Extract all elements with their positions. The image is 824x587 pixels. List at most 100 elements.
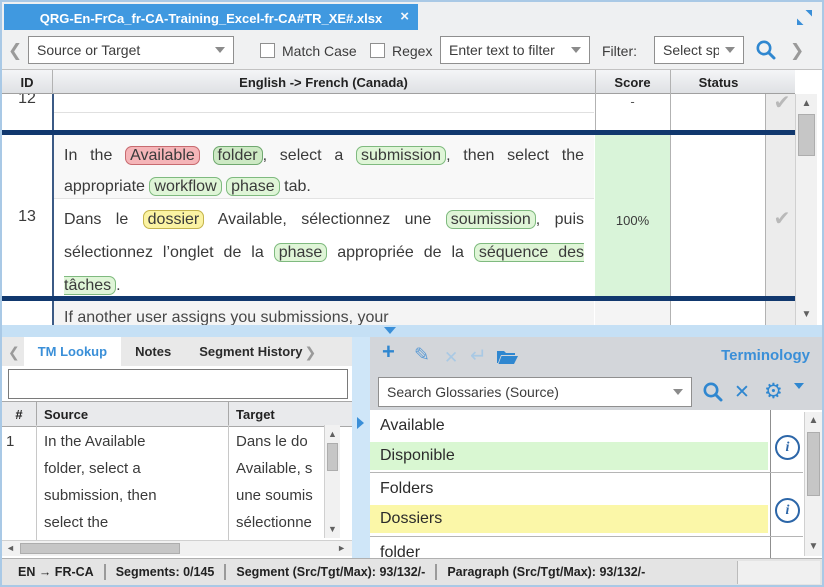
glossary-search-dropdown[interactable]: Search Glossaries (Source) [378, 377, 692, 407]
segment-separator [2, 130, 795, 135]
divider [370, 536, 803, 537]
info-icon[interactable]: i [775, 435, 800, 460]
terminology-scrollbar[interactable]: ▲ ▼ [804, 412, 822, 556]
scroll-right-icon[interactable]: ❯ [790, 42, 804, 59]
vertical-splitter[interactable] [352, 337, 370, 558]
document-tab-bar: QRG-En-FrCa_fr-CA-Training_Excel-fr-CA#T… [2, 2, 822, 30]
tm-result-row[interactable]: 1 In the Available folder, select a subm… [2, 425, 352, 540]
regex-label: Regex [392, 43, 432, 59]
column-header-status[interactable]: Status [670, 70, 767, 94]
term-target[interactable]: Disponible [370, 442, 768, 470]
tm-row-source: In the Available folder, select a submis… [44, 428, 226, 536]
source-segment[interactable]: In the Available folder, select a submis… [54, 135, 594, 199]
divider [224, 564, 226, 580]
horizontal-splitter[interactable] [2, 325, 822, 337]
filter-select-dropdown[interactable]: Select sp [654, 36, 744, 64]
tm-horizontal-scrollbar[interactable]: ◄ ► [2, 540, 352, 556]
column-header-language-pair[interactable]: English -> French (Canada) [52, 70, 595, 94]
match-case-label: Match Case [282, 43, 357, 59]
chevron-down-icon [571, 47, 581, 53]
insert-term-icon[interactable]: ↵ [470, 345, 487, 367]
glossary-search-icon[interactable] [702, 381, 724, 403]
info-icon[interactable]: i [775, 498, 800, 523]
expand-window-icon[interactable] [797, 10, 812, 25]
segment-length-status: Segment (Src/Tgt/Max): 93/132/- [236, 565, 425, 579]
filter-scope-dropdown[interactable]: Source or Target [28, 36, 234, 64]
collapse-right-icon[interactable] [357, 417, 364, 429]
scroll-down-icon[interactable]: ▼ [796, 307, 817, 323]
tabs-scroll-left-icon[interactable]: ❮ [8, 345, 20, 359]
clear-search-icon[interactable]: ✕ [734, 381, 750, 404]
edit-term-icon[interactable]: ✎ [414, 345, 430, 367]
settings-caret-icon[interactable] [794, 389, 804, 407]
glossary-search-value: Search Glossaries (Source) [387, 384, 667, 400]
match-score: 100% [595, 213, 670, 228]
term-source[interactable]: folder [380, 544, 420, 558]
scrollbar-thumb[interactable] [798, 114, 815, 156]
tm-col-source[interactable]: Source [44, 402, 88, 426]
search-icon[interactable] [755, 39, 777, 61]
term-source[interactable]: Folders [380, 480, 433, 498]
tm-vertical-scrollbar[interactable]: ▲ ▼ [324, 425, 340, 538]
tabs-scroll-right-icon[interactable]: ❯ [305, 345, 317, 359]
scroll-left-icon[interactable]: ❮ [8, 42, 22, 59]
scrollbar-thumb[interactable] [327, 443, 338, 471]
confirmed-check-icon: ✔ [770, 94, 794, 115]
scroll-down-icon[interactable]: ▼ [805, 539, 822, 555]
status-bar-cell [737, 561, 820, 584]
next-source-segment[interactable]: If another user assigns you submissions,… [54, 301, 594, 325]
chevron-down-icon [215, 47, 225, 53]
scrollbar-thumb[interactable] [20, 543, 180, 554]
open-glossary-icon[interactable] [496, 348, 518, 365]
column-header-id[interactable]: ID [2, 70, 52, 94]
divider [435, 564, 437, 580]
filter-label: Filter: [602, 43, 637, 59]
tab-segment-history[interactable]: Segment History [185, 337, 302, 366]
segment-separator [2, 296, 795, 301]
filter-select-value: Select sp [663, 42, 719, 58]
add-term-icon[interactable]: + [382, 341, 395, 363]
document-tab-title: QRG-En-FrCa_fr-CA-Training_Excel-fr-CA#T… [40, 11, 382, 26]
scroll-right-icon[interactable]: ► [337, 543, 346, 553]
paragraph-length-status: Paragraph (Src/Tgt/Max): 93/132/- [447, 565, 645, 579]
tab-notes[interactable]: Notes [121, 337, 185, 366]
tab-tm-lookup[interactable]: TM Lookup [24, 337, 121, 366]
collapse-down-icon[interactable] [384, 327, 396, 334]
scroll-down-icon[interactable]: ▼ [325, 521, 340, 537]
document-tab[interactable]: QRG-En-FrCa_fr-CA-Training_Excel-fr-CA#T… [4, 4, 418, 32]
filter-scope-value: Source or Target [37, 42, 209, 58]
close-tab-icon[interactable]: × [400, 8, 409, 25]
column-header-score[interactable]: Score [595, 70, 670, 94]
language-pair-status: EN → FR-CA [18, 565, 94, 579]
segment-row-12-score: - [595, 94, 670, 114]
tm-search-input[interactable] [8, 369, 348, 399]
bottom-tab-strip: ❮ TM Lookup Notes Segment History ❯ [2, 337, 352, 366]
tm-row-target: Dans le do Available, s une soumis sélec… [236, 428, 322, 536]
term-source[interactable]: Available [380, 417, 445, 435]
confirmed-check-icon: ✔ [770, 206, 794, 231]
scrollbar-thumb[interactable] [807, 432, 820, 496]
regex-checkbox[interactable] [370, 43, 385, 58]
tm-col-target[interactable]: Target [236, 402, 275, 426]
term-list: Available Disponible i Folders Dossiers … [370, 410, 822, 558]
tm-table-header: # Source Target [2, 401, 352, 427]
scroll-up-icon[interactable]: ▲ [325, 426, 340, 442]
terminology-panel: + ✎ ✕ ↵ Terminology Search Glossaries (S… [370, 337, 822, 558]
gear-icon[interactable]: ⚙ [764, 379, 783, 404]
editor-vertical-scrollbar[interactable]: ▲ ▼ [795, 94, 817, 325]
tm-col-number[interactable]: # [2, 402, 36, 426]
scroll-up-icon[interactable]: ▲ [805, 413, 822, 429]
match-case-checkbox[interactable] [260, 43, 275, 58]
scroll-up-icon[interactable]: ▲ [796, 96, 817, 112]
terminology-title: Terminology [721, 347, 810, 364]
divider [104, 564, 106, 580]
target-segment[interactable]: Dans le dossier Available, sélectionnez … [54, 200, 594, 296]
segment-row-13-id: 13 [2, 135, 52, 296]
text-filter-input[interactable]: Enter text to filter [440, 36, 590, 64]
delete-term-icon[interactable]: ✕ [444, 347, 458, 369]
status-bar: EN → FR-CA Segments: 0/145 Segment (Src/… [2, 558, 822, 585]
scroll-left-icon[interactable]: ◄ [6, 543, 15, 553]
filter-toolbar: ❮ Source or Target Match Case Regex Ente… [2, 30, 822, 70]
grid-header: ID English -> French (Canada) Score Stat… [2, 70, 795, 94]
term-target[interactable]: Dossiers [370, 505, 768, 533]
